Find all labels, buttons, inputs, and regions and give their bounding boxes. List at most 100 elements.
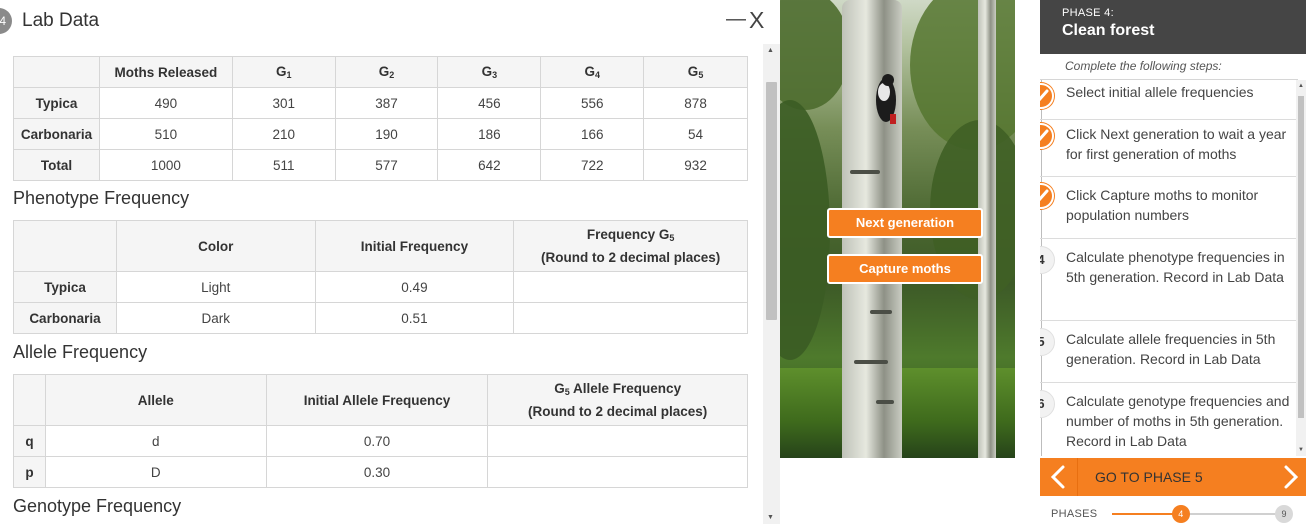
phase-panel: PHASE 4: Clean forest Complete the follo… — [1040, 0, 1306, 524]
col-header-g4: G4 — [540, 56, 645, 88]
col-header-initial-frequency: Initial Frequency — [314, 220, 515, 272]
row-header-typica: Typica — [13, 271, 117, 303]
genotype-frequency-title: Genotype Frequency — [13, 496, 182, 516]
row-header-p: p — [13, 456, 46, 488]
phase-name: Clean forest — [1062, 22, 1155, 39]
bark-mark — [876, 400, 894, 404]
table-cell: 387 — [334, 87, 439, 119]
g4-label: G — [584, 64, 595, 79]
table-cell: 0.30 — [265, 456, 489, 488]
go-to-phase-label[interactable]: GO TO PHASE 5 — [1095, 469, 1203, 485]
check-icon — [1040, 122, 1055, 150]
step-item: 6 Calculate genotype frequencies and num… — [1040, 383, 1296, 456]
row-header-total: Total — [13, 149, 100, 181]
step-text: Click Next generation to wait a year for… — [1066, 126, 1287, 162]
g2-sub: 2 — [389, 70, 395, 80]
table-cell: 932 — [643, 149, 748, 181]
step-number-badge: 5 — [1040, 328, 1055, 356]
table-cell: 577 — [334, 149, 439, 181]
p-g5-allele-frequency-input[interactable] — [487, 456, 748, 488]
table-cell: D — [44, 456, 267, 488]
scrollbar-thumb[interactable] — [766, 82, 777, 320]
step-text: Calculate allele frequencies in 5th gene… — [1066, 331, 1276, 367]
table-cell: 642 — [437, 149, 542, 181]
table-cell: Dark — [115, 302, 316, 334]
table-cell: 210 — [231, 118, 336, 150]
step-number-badge: 4 — [1040, 246, 1055, 274]
g5-sub: 5 — [698, 70, 704, 80]
step-text: Calculate phenotype frequencies in 5th g… — [1066, 249, 1285, 285]
phase-header: PHASE 4: Clean forest — [1040, 0, 1306, 54]
frequency-g5-sub: 5 — [669, 232, 675, 243]
table-cell: 510 — [98, 118, 233, 150]
check-icon — [1040, 82, 1055, 110]
table-cell: 0.70 — [265, 425, 489, 457]
carbonaria-g5-frequency-input[interactable] — [513, 302, 748, 334]
current-phase-dot[interactable]: 4 — [1171, 505, 1190, 523]
table-cell: Light — [115, 271, 316, 303]
table-cell: 186 — [437, 118, 542, 150]
g5-allele-note: (Round to 2 decimal places) — [528, 403, 708, 419]
capture-moths-button[interactable]: Capture moths — [827, 254, 983, 284]
table-cell: 0.49 — [314, 271, 515, 303]
table-cell: 722 — [540, 149, 645, 181]
table-row: q d 0.70 — [13, 425, 748, 457]
g2-label: G — [378, 64, 390, 79]
typica-g5-frequency-input[interactable] — [513, 271, 748, 303]
row-header-typica: Typica — [13, 87, 100, 119]
g3-label: G — [481, 64, 493, 79]
table-cell: 166 — [540, 118, 645, 150]
minimize-button[interactable]: — — [726, 8, 746, 31]
table-row: Typica 490 301 387 456 556 878 — [13, 87, 748, 119]
lab-data-window: 4 Lab Data — X Moths Released G1 G2 G3 G… — [0, 0, 780, 524]
scroll-up-icon[interactable]: ▲ — [1298, 83, 1304, 89]
row-header-carbonaria: Carbonaria — [13, 118, 100, 150]
table-row: Carbonaria 510 210 190 186 166 54 — [13, 118, 748, 150]
lab-data-avatar: 4 — [0, 8, 12, 34]
moths-table: Moths Released G1 G2 G3 G4 G5 Typica 490… — [13, 56, 748, 181]
step-item: Click Capture moths to monitor populatio… — [1040, 177, 1296, 239]
last-phase-dot[interactable]: 9 — [1275, 505, 1293, 523]
q-g5-allele-frequency-input[interactable] — [487, 425, 748, 457]
g5-label: G — [687, 64, 699, 79]
scroll-up-icon[interactable]: ▲ — [767, 47, 774, 54]
table-cell: 190 — [334, 118, 439, 150]
g5-allele-label-prefix: G — [554, 380, 565, 396]
col-header-moths-released: Moths Released — [98, 56, 233, 88]
g5-allele-label-suffix: Allele Frequency — [569, 380, 682, 396]
step-item: Click Next generation to wait a year for… — [1040, 120, 1296, 177]
phases-label: PHASES — [1051, 508, 1098, 520]
check-icon — [1040, 182, 1055, 210]
go-to-phase-bar[interactable]: GO TO PHASE 5 — [1040, 458, 1306, 496]
step-item: 5 Calculate allele frequencies in 5th ge… — [1040, 321, 1296, 383]
lab-data-content: Moths Released G1 G2 G3 G4 G5 Typica 490… — [0, 44, 780, 524]
col-header-allele: Allele — [44, 374, 267, 426]
phenotype-table-corner — [13, 220, 117, 272]
steps-scrollbar[interactable]: ▲ ▼ — [1296, 80, 1306, 456]
table-cell: 878 — [643, 87, 748, 119]
col-header-g1: G1 — [231, 56, 336, 88]
foliage — [780, 100, 830, 360]
close-button[interactable]: X — [749, 7, 764, 34]
table-cell: d — [44, 425, 267, 457]
table-row: Typica Light 0.49 — [13, 271, 748, 303]
allele-table: Allele Initial Allele Frequency G5 Allel… — [13, 374, 748, 488]
next-phase-button[interactable] — [1276, 458, 1306, 496]
row-header-carbonaria: Carbonaria — [13, 302, 117, 334]
table-cell: 456 — [437, 87, 542, 119]
phases-progress: PHASES 4 9 — [1040, 500, 1306, 524]
phases-track — [1112, 513, 1284, 515]
scroll-down-icon[interactable]: ▼ — [767, 514, 774, 521]
scroll-down-icon[interactable]: ▼ — [1298, 447, 1304, 453]
g4-sub: 4 — [594, 70, 600, 80]
lab-data-scrollbar[interactable]: ▲ ▼ — [763, 44, 780, 524]
g1-label: G — [275, 64, 287, 79]
allele-table-corner — [13, 374, 46, 426]
next-generation-button[interactable]: Next generation — [827, 208, 983, 238]
table-cell: 490 — [98, 87, 233, 119]
col-header-g5: G5 — [643, 56, 748, 88]
foliage — [780, 0, 850, 110]
step-number-badge: 6 — [1040, 390, 1055, 418]
scrollbar-thumb[interactable] — [1298, 96, 1304, 418]
previous-phase-button[interactable] — [1040, 458, 1078, 496]
